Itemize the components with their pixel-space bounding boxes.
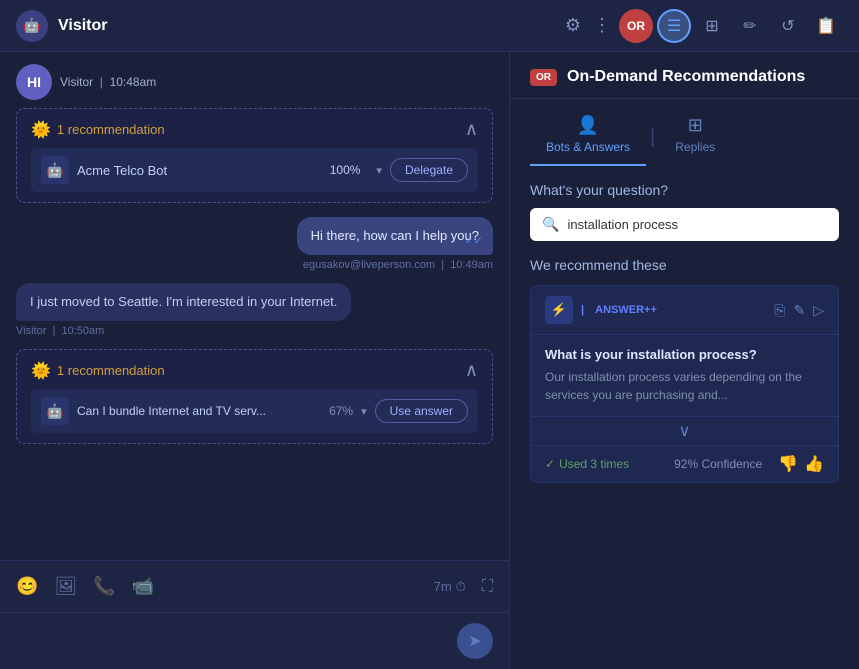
expand-answer[interactable]: ∨ [531, 416, 838, 445]
panel-badge: OR [530, 69, 557, 86]
tab-divider: | [646, 126, 659, 149]
visitor-icon: 🤖 [16, 10, 48, 42]
phone-icon[interactable]: 📞 [93, 576, 115, 597]
header-icons: ⚙ ⋮ [565, 15, 611, 36]
more-icon[interactable]: ⋮ [593, 15, 611, 36]
answer-card-body: What is your installation process? Our i… [531, 335, 838, 416]
thumb-icons: 👎 👍 [778, 454, 824, 474]
chevron-down-icon: ∨ [679, 421, 691, 441]
rec-item-answer: 🤖 Can I bundle Internet and TV serv... 6… [31, 389, 478, 433]
page-title: Visitor [58, 17, 108, 35]
answer-card-header: ⚡ | ANSWER++ ⎘ ✎ ▷ [531, 286, 838, 335]
delegate-button[interactable]: Delegate [390, 158, 468, 182]
dropdown-icon-2: ▾ [361, 405, 367, 418]
search-input[interactable] [567, 217, 827, 232]
agent-meta: egusakov@liveperson.com | 10:49am [303, 259, 493, 271]
answer-card: ⚡ | ANSWER++ ⎘ ✎ ▷ What is your installa… [530, 285, 839, 483]
send-button[interactable]: ➤ [457, 623, 493, 659]
panel-content: What's your question? 🔍 We recommend the… [510, 166, 859, 669]
answer-badge-label: ANSWER++ [595, 304, 657, 316]
answer-text: Can I bundle Internet and TV serv... [77, 404, 321, 418]
top-nav: OR ☰ ⊞ ✏ ↺ 📋 [619, 9, 843, 43]
sun-icon: 🌞 [31, 120, 51, 140]
rec-header-1: 🌞 1 recommendation ∧ [31, 119, 478, 140]
question-label: What's your question? [530, 182, 839, 198]
visitor-message: I just moved to Seattle. I'm interested … [16, 283, 493, 337]
use-answer-button[interactable]: Use answer [375, 399, 468, 423]
visitor-meta: Visitor | 10:48am [60, 75, 156, 89]
rec-title-1: 🌞 1 recommendation [31, 120, 165, 140]
collapse-icon-1[interactable]: ∧ [465, 119, 478, 140]
header: 🤖 Visitor ⚙ ⋮ OR ☰ ⊞ ✏ ↺ 📋 [0, 0, 859, 52]
answer-plus-badge: | [581, 304, 587, 316]
timer: 7m ⏱ [434, 579, 466, 595]
used-times: ✓ Used 3 times [545, 457, 629, 471]
chat-panel: HI Visitor | 10:48am 🌞 1 recommendation … [0, 52, 510, 669]
nav-icon-edit[interactable]: ✏ [733, 9, 767, 43]
visitor-bubble: I just moved to Seattle. I'm interested … [16, 283, 351, 321]
rec-header-2: 🌞 1 recommendation ∧ [31, 360, 478, 381]
search-icon: 🔍 [542, 216, 559, 233]
checkmarks: ✓✓ [465, 234, 483, 249]
clock-icon: ⏱ [456, 579, 466, 595]
panel-header: OR On-Demand Recommendations [510, 52, 859, 99]
answer-question: What is your installation process? [545, 347, 824, 362]
recommendation-box-2: 🌞 1 recommendation ∧ 🤖 Can I bundle Inte… [16, 349, 493, 444]
answer-icon: 🤖 [41, 397, 69, 425]
right-panel: OR On-Demand Recommendations 👤 Bots & An… [510, 52, 859, 669]
nav-icon-history[interactable]: ↺ [771, 9, 805, 43]
agent-message: Hi there, how can I help you? ✓✓ egusako… [16, 217, 493, 271]
rec-percent-2: 67% [329, 404, 353, 418]
sun-icon-2: 🌞 [31, 361, 51, 381]
chat-toolbar: 😊 🖼 📞 📹 7m ⏱ ⛶ [0, 560, 509, 612]
gear-icon[interactable]: ⚙ [565, 15, 581, 36]
bot-icon: 🤖 [41, 156, 69, 184]
answer-footer: ✓ Used 3 times 92% Confidence 👎 👍 [531, 445, 838, 482]
recommendation-box-1: 🌞 1 recommendation ∧ 🤖 Acme Telco Bot 10… [16, 108, 493, 203]
visitor-avatar: HI [16, 64, 52, 100]
video-icon[interactable]: 📹 [132, 576, 154, 597]
agent-bubble: Hi there, how can I help you? ✓✓ [297, 217, 493, 255]
emoji-icon[interactable]: 😊 [16, 576, 38, 597]
dropdown-icon: ▾ [376, 164, 382, 177]
expand-icon[interactable]: ⛶ [482, 578, 493, 596]
send-answer-icon[interactable]: ▷ [813, 302, 824, 319]
nav-icon-grid[interactable]: ⊞ [695, 9, 729, 43]
search-box: 🔍 [530, 208, 839, 241]
visitor-msg-meta: Visitor | 10:50am [16, 325, 493, 337]
chat-input-area: ➤ [0, 612, 509, 669]
nav-icon-clipboard[interactable]: 📋 [809, 9, 843, 43]
edit-answer-icon[interactable]: ✎ [793, 302, 805, 319]
thumbup-icon[interactable]: 👍 [804, 454, 824, 474]
visitor-info-row: HI Visitor | 10:48am [16, 64, 493, 100]
rec-item-1: 🤖 Acme Telco Bot 100% ▾ Delegate [31, 148, 478, 192]
replies-tab-icon: ⊞ [688, 115, 703, 136]
collapse-icon-2[interactable]: ∧ [465, 360, 478, 381]
panel-tabs: 👤 Bots & Answers | ⊞ Replies [510, 99, 859, 166]
confidence: 92% Confidence [674, 457, 762, 471]
header-left: 🤖 Visitor [16, 10, 565, 42]
answer-header-icons: ⎘ ✎ ▷ [774, 302, 824, 319]
bot-name: Acme Telco Bot [77, 163, 322, 178]
tab-replies[interactable]: ⊞ Replies [659, 109, 731, 166]
check-icon: ✓ [545, 457, 555, 471]
answer-text-body: Our installation process varies dependin… [545, 368, 824, 404]
thumbdown-icon[interactable]: 👎 [778, 454, 798, 474]
chat-messages: HI Visitor | 10:48am 🌞 1 recommendation … [0, 52, 509, 560]
main-layout: HI Visitor | 10:48am 🌞 1 recommendation … [0, 52, 859, 669]
copy-icon[interactable]: ⎘ [774, 302, 785, 319]
panel-title: On-Demand Recommendations [567, 68, 805, 86]
bots-tab-icon: 👤 [577, 115, 599, 136]
nav-icon-list[interactable]: ☰ [657, 9, 691, 43]
tab-bots-answers[interactable]: 👤 Bots & Answers [530, 109, 646, 166]
avatar[interactable]: OR [619, 9, 653, 43]
rec-percent-1: 100% [330, 163, 361, 177]
recommend-label: We recommend these [530, 257, 839, 273]
image-icon[interactable]: 🖼 [54, 576, 77, 597]
rec-title-2: 🌞 1 recommendation [31, 361, 165, 381]
answer-card-icon: ⚡ [545, 296, 573, 324]
